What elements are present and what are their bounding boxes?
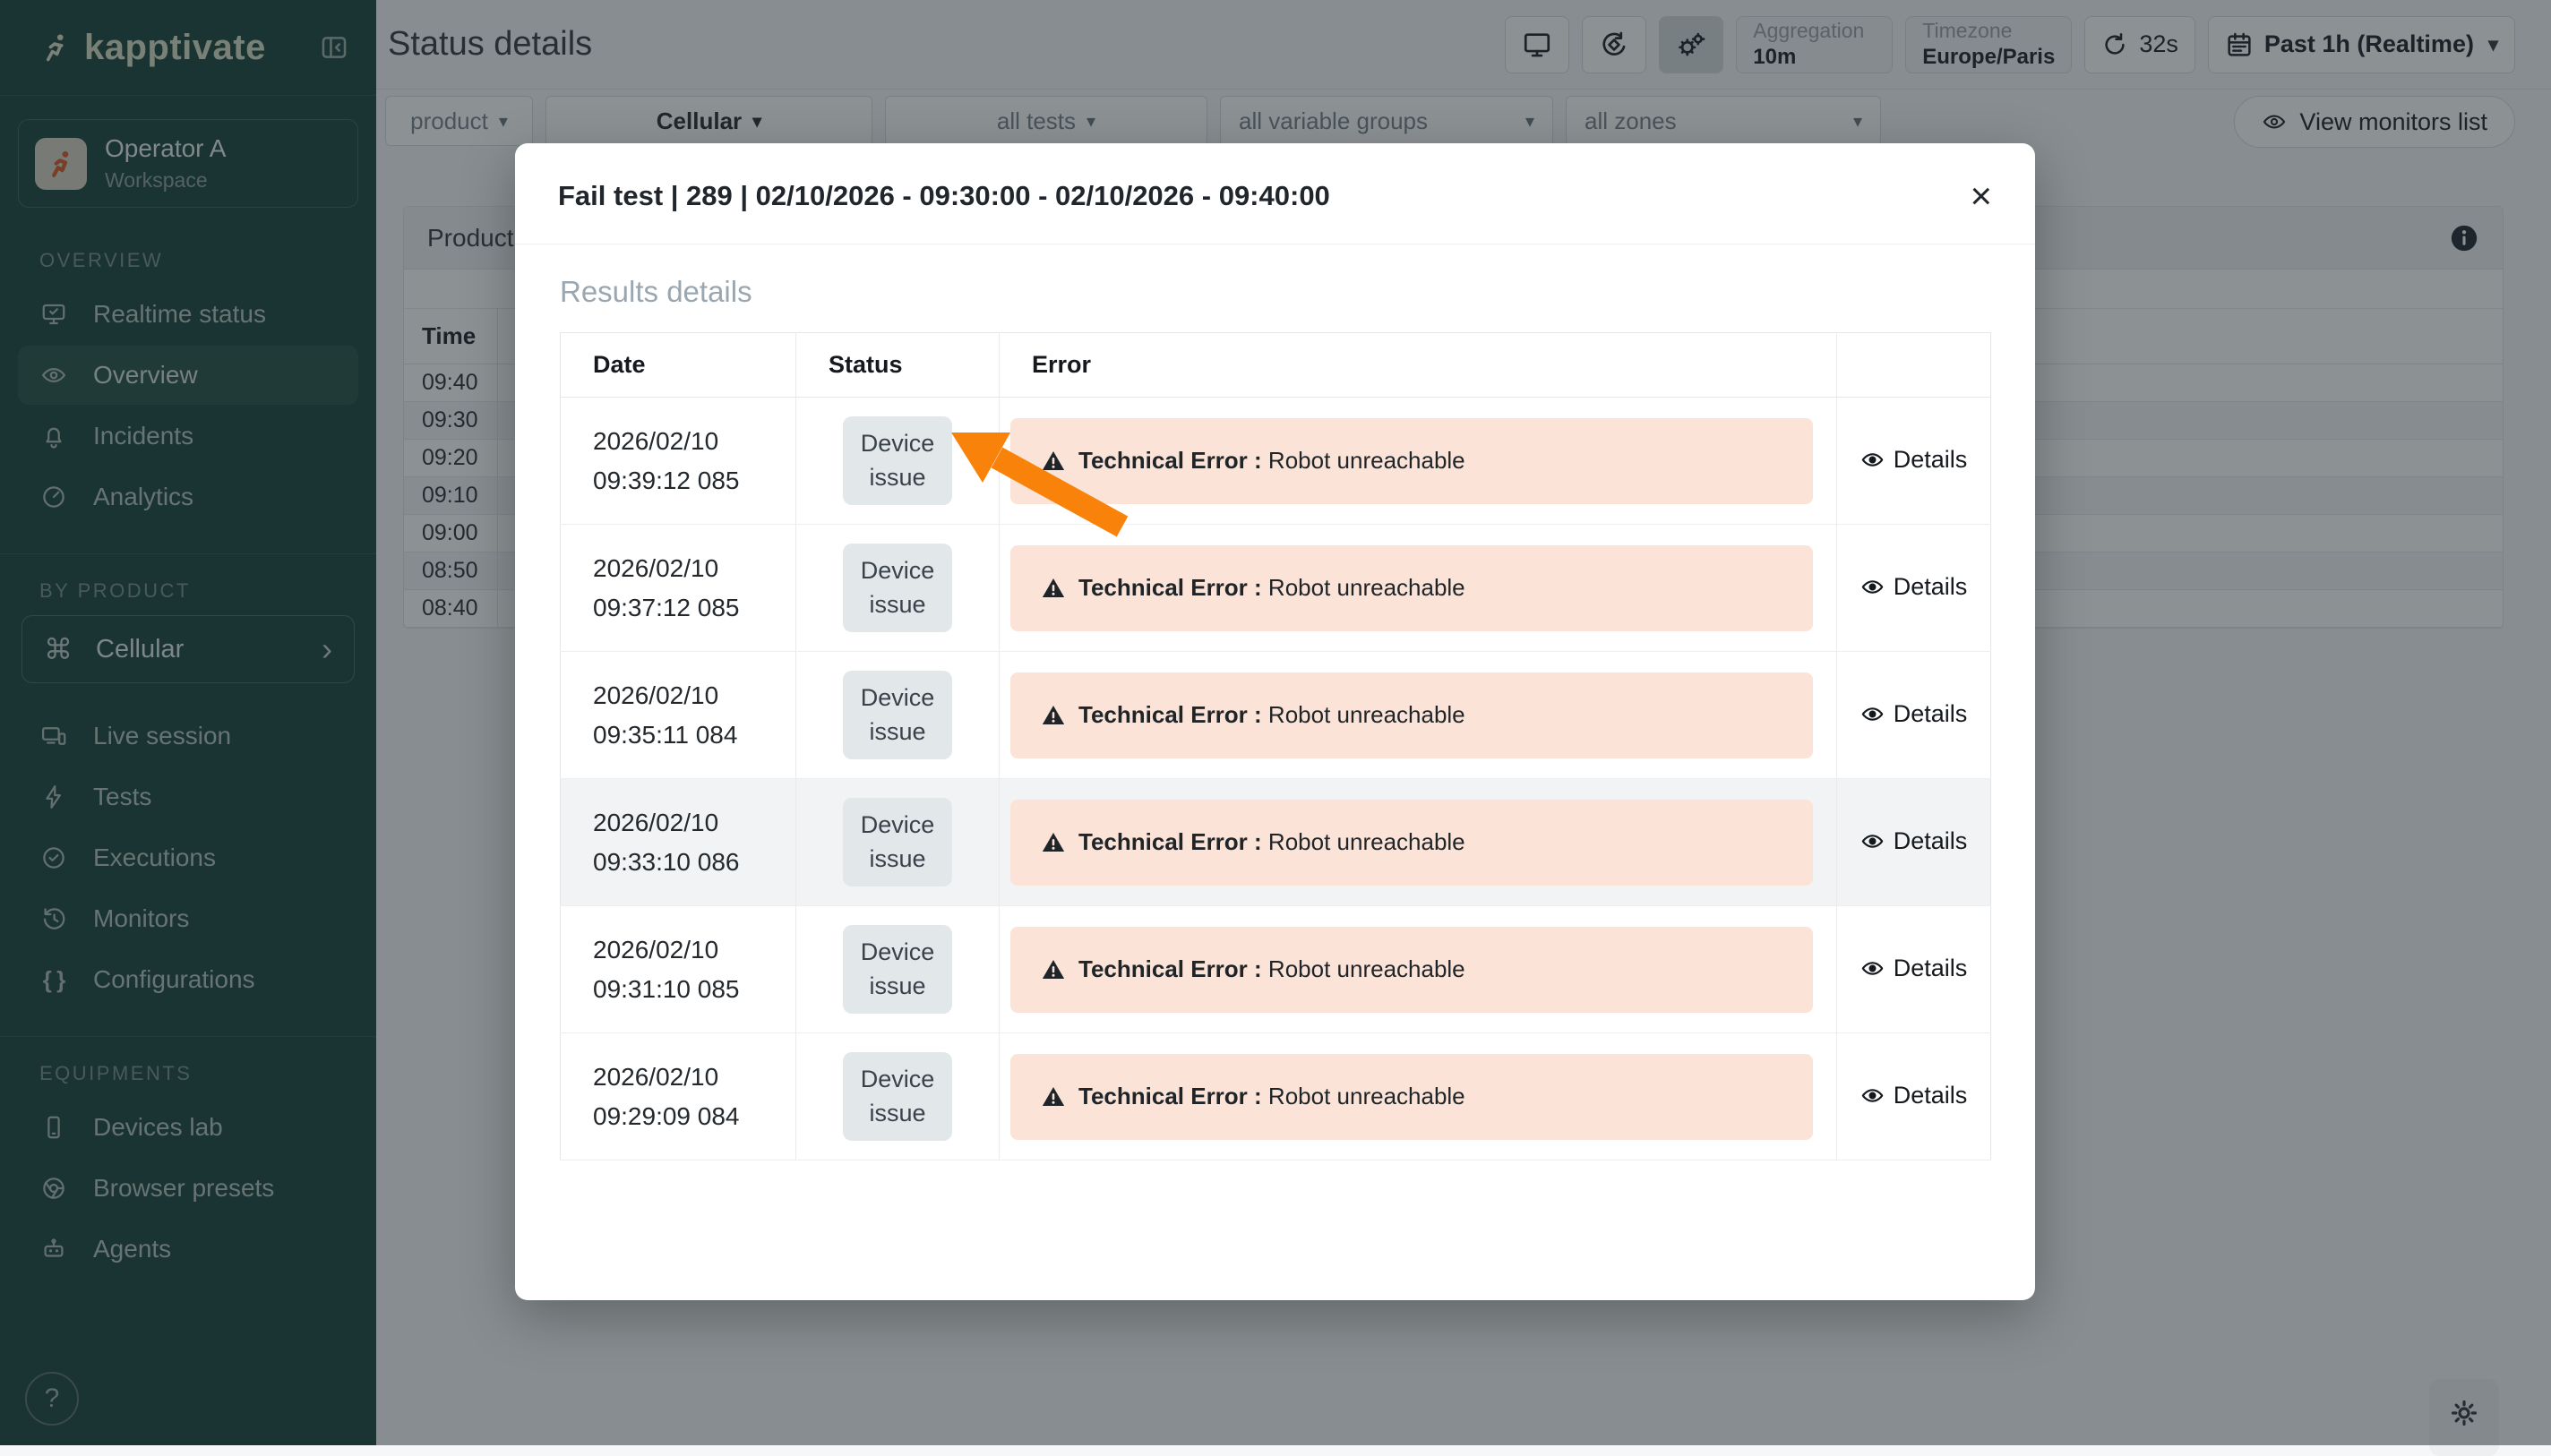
status-chip: Device issue: [843, 416, 952, 506]
result-date: 2026/02/10: [593, 422, 795, 460]
result-row: 2026/02/10 09:37:12 085 Device issue Tec…: [561, 525, 1991, 652]
eye-icon: [1860, 575, 1885, 599]
details-label: Details: [1894, 573, 1968, 601]
results-details-heading: Results details: [560, 275, 1990, 309]
result-row: 2026/02/10 09:31:10 085 Device issue Tec…: [561, 906, 1991, 1033]
result-time: 09:35:11 084: [593, 715, 795, 754]
status-chip: Device issue: [843, 925, 952, 1015]
error-badge: Technical Error : Robot unreachable: [1010, 800, 1813, 886]
warning-icon: [1041, 576, 1066, 601]
eye-icon: [1860, 1083, 1885, 1108]
status-chip: Device issue: [843, 798, 952, 887]
modal-body: Results details Date Status Error 2026/0…: [515, 244, 2035, 1161]
result-row: 2026/02/10 09:35:11 084 Device issue Tec…: [561, 652, 1991, 779]
result-time: 09:39:12 085: [593, 461, 795, 500]
status-chip: Device issue: [843, 671, 952, 760]
status-chip: Device issue: [843, 1052, 952, 1142]
close-icon[interactable]: ×: [1970, 177, 1992, 215]
details-label: Details: [1894, 446, 1968, 474]
details-label: Details: [1894, 1082, 1968, 1109]
result-date: 2026/02/10: [593, 803, 795, 842]
fail-test-modal: Fail test | 289 | 02/10/2026 - 09:30:00 …: [515, 143, 2035, 1300]
result-date: 2026/02/10: [593, 676, 795, 715]
results-table-header-row: Date Status Error: [561, 333, 1991, 398]
eye-icon: [1860, 956, 1885, 981]
column-header-actions: [1837, 333, 1991, 398]
result-time: 09:31:10 085: [593, 970, 795, 1008]
error-badge: Technical Error : Robot unreachable: [1010, 1054, 1813, 1140]
warning-icon: [1041, 1084, 1066, 1109]
status-chip: Device issue: [843, 544, 952, 633]
warning-icon: [1041, 703, 1066, 728]
details-button[interactable]: Details: [1860, 827, 1968, 855]
error-badge: Technical Error : Robot unreachable: [1010, 672, 1813, 758]
results-table: Date Status Error 2026/02/10 09:39:12 08…: [560, 332, 1991, 1161]
details-button[interactable]: Details: [1860, 446, 1968, 474]
modal-title: Fail test | 289 | 02/10/2026 - 09:30:00 …: [558, 180, 1330, 212]
warning-icon: [1041, 830, 1066, 855]
details-label: Details: [1894, 827, 1968, 855]
eye-icon: [1860, 829, 1885, 853]
warning-icon: [1041, 957, 1066, 982]
result-date: 2026/02/10: [593, 549, 795, 587]
details-button[interactable]: Details: [1860, 955, 1968, 982]
error-badge: Technical Error : Robot unreachable: [1010, 545, 1813, 631]
details-button[interactable]: Details: [1860, 573, 1968, 601]
details-label: Details: [1894, 700, 1968, 728]
details-label: Details: [1894, 955, 1968, 982]
result-time: 09:33:10 086: [593, 843, 795, 881]
result-row: 2026/02/10 09:33:10 086 Device issue Tec…: [561, 779, 1991, 906]
result-time: 09:37:12 085: [593, 588, 795, 627]
result-row: 2026/02/10 09:29:09 084 Device issue Tec…: [561, 1033, 1991, 1161]
result-time: 09:29:09 084: [593, 1097, 795, 1135]
error-badge: Technical Error : Robot unreachable: [1010, 927, 1813, 1013]
result-row: 2026/02/10 09:39:12 085 Device issue Tec…: [561, 398, 1991, 525]
modal-header: Fail test | 289 | 02/10/2026 - 09:30:00 …: [515, 143, 2035, 244]
error-badge: Technical Error : Robot unreachable: [1010, 418, 1813, 504]
details-button[interactable]: Details: [1860, 700, 1968, 728]
details-button[interactable]: Details: [1860, 1082, 1968, 1109]
eye-icon: [1860, 702, 1885, 726]
column-header-date: Date: [561, 333, 796, 398]
eye-icon: [1860, 448, 1885, 472]
column-header-status: Status: [796, 333, 1000, 398]
column-header-error: Error: [1000, 333, 1837, 398]
warning-icon: [1041, 449, 1066, 474]
result-date: 2026/02/10: [593, 1058, 795, 1096]
result-date: 2026/02/10: [593, 930, 795, 969]
